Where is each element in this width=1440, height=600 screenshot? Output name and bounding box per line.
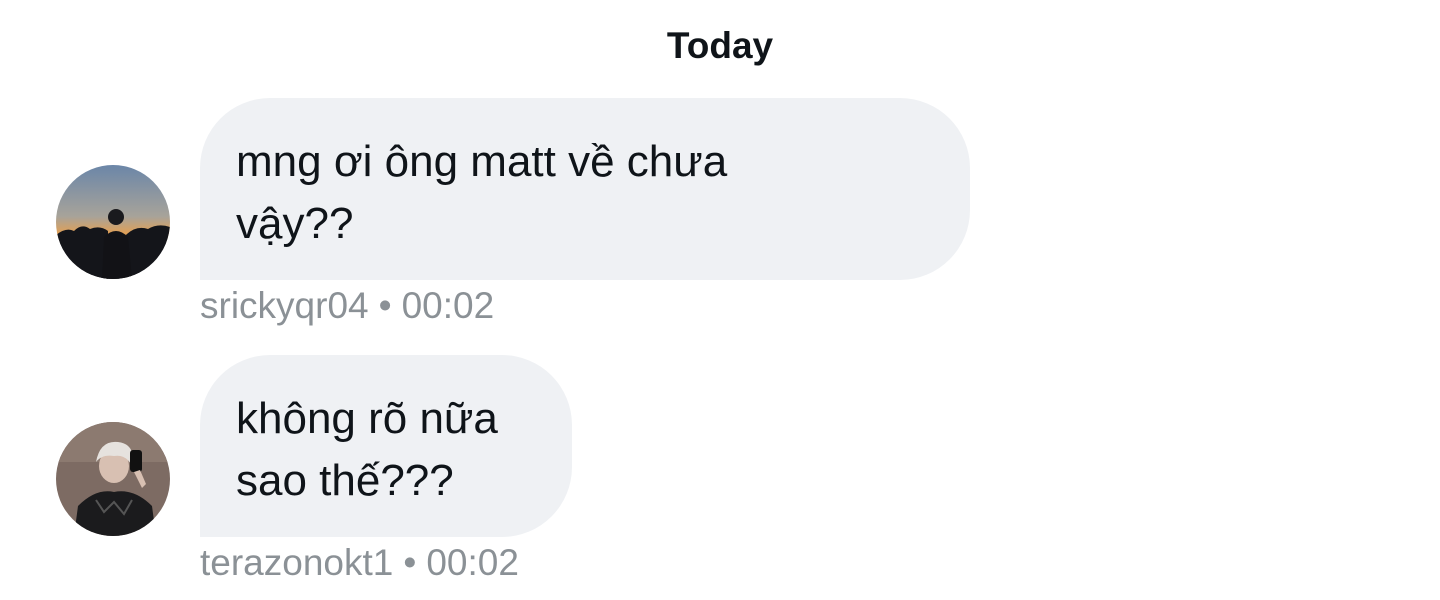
meta-separator: • (378, 285, 392, 326)
avatar-mirror-selfie-icon (56, 422, 170, 536)
message-text: mng ơi ông matt về chưa vậy?? (236, 137, 728, 248)
message-time: 00:02 (401, 285, 495, 326)
message-time: 00:02 (426, 542, 519, 583)
meta-separator: • (403, 542, 417, 583)
avatar[interactable] (56, 422, 170, 536)
message-meta: terazonokt1 • 00:02 (200, 540, 519, 586)
avatar[interactable] (56, 165, 170, 279)
message-bubble[interactable]: mng ơi ông matt về chưa vậy?? (200, 98, 970, 280)
message-bubble[interactable]: không rõ nữa sao thế??? (200, 355, 572, 537)
avatar-sunset-silhouette-icon (56, 165, 170, 279)
message-username[interactable]: terazonokt1 (200, 542, 393, 583)
message-meta: srickyqr04 • 00:02 (200, 283, 494, 329)
message-text: không rõ nữa sao thế??? (236, 394, 498, 505)
message-username[interactable]: srickyqr04 (200, 285, 369, 326)
date-divider: Today (666, 25, 774, 66)
